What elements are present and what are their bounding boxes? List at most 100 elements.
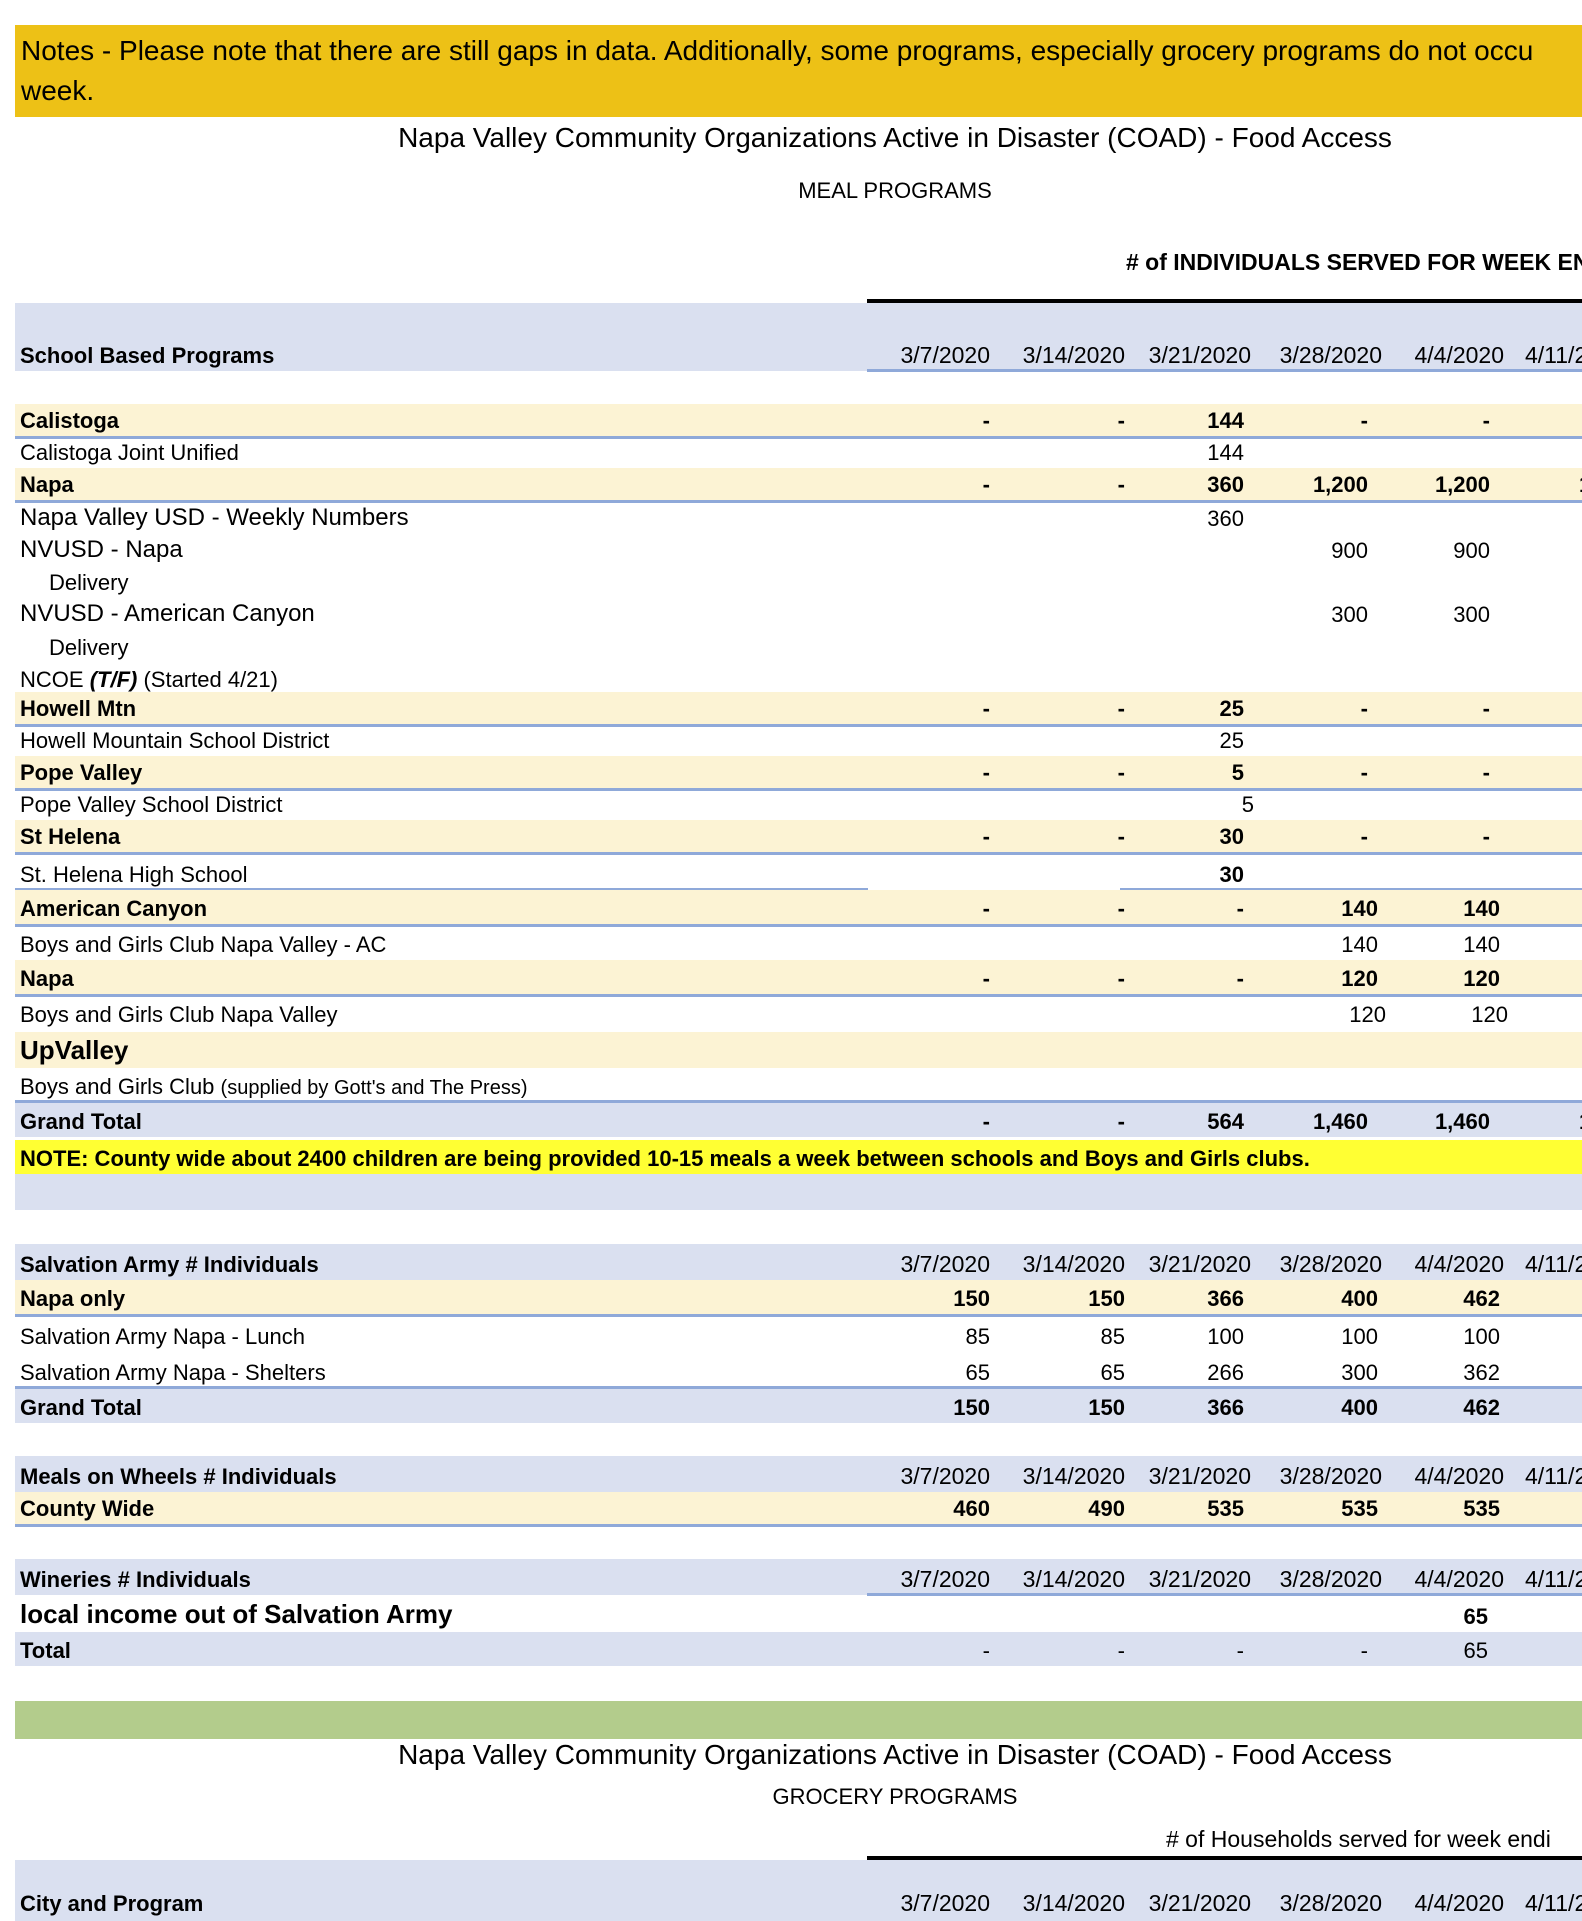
cell: 400 <box>1341 1395 1378 1420</box>
cell: - <box>1360 408 1368 433</box>
table-row: Boys and Girls Club Napa Valley - AC 140… <box>15 926 1582 960</box>
cell: - <box>982 966 990 991</box>
row-label: Napa <box>20 966 74 991</box>
date-col-5: 4/4/2020 <box>1414 1251 1504 1277</box>
row-label: Howell Mountain School District <box>20 728 330 753</box>
table-row: Pope Valley School District 5 <box>15 790 1582 820</box>
cell: 300 <box>1341 1360 1378 1385</box>
spreadsheet-view: Notes - Please note that there are still… <box>0 0 1582 1921</box>
cell: 300 <box>1331 602 1368 627</box>
cell: 25 <box>1219 696 1244 721</box>
served-header: # of INDIVIDUALS SERVED FOR WEEK EN <box>1126 249 1582 275</box>
cell: 65 <box>1100 1360 1125 1385</box>
row-label: Napa only <box>20 1286 126 1311</box>
cell: 462 <box>1463 1395 1500 1420</box>
table-row: NVUSD - American Canyon 300 300 <box>15 598 1582 630</box>
cell: - <box>1117 896 1125 921</box>
row-label: Salvation Army Napa - Lunch <box>20 1324 305 1349</box>
cell: 900 <box>1331 538 1368 563</box>
cell: 65 <box>965 1360 990 1385</box>
section-divider-band <box>15 1701 1582 1739</box>
date-col-2: 3/14/2020 <box>1022 342 1125 368</box>
cell: 25 <box>1219 728 1244 753</box>
date-col-5: 4/4/2020 <box>1414 342 1504 368</box>
cell: 150 <box>953 1395 990 1420</box>
cell: 300 <box>1453 602 1490 627</box>
mow-header-label: Meals on Wheels # Individuals <box>20 1464 337 1489</box>
grocery-title: Napa Valley Community Organizations Acti… <box>398 1739 1392 1770</box>
spacer-band <box>15 1174 1582 1210</box>
row-label: Grand Total <box>20 1109 142 1134</box>
school-header-row: School Based Programs 3/7/2020 3/14/2020… <box>15 303 1582 371</box>
table-row: Boys and Girls Club (supplied by Gott's … <box>15 1068 1582 1102</box>
cell: 144 <box>1207 440 1244 465</box>
row-label: American Canyon <box>20 896 208 921</box>
cell: 362 <box>1463 1360 1500 1385</box>
cell: - <box>1482 696 1490 721</box>
cell: 150 <box>1088 1286 1125 1311</box>
wineries-header-label: Wineries # Individuals <box>20 1567 251 1592</box>
cell: 366 <box>1207 1395 1244 1420</box>
date-col-6: 4/11/2 <box>1525 1251 1582 1277</box>
cell: - <box>982 1638 990 1663</box>
cell: - <box>1117 472 1125 497</box>
note-row: NOTE: County wide about 2400 children ar… <box>15 1140 1582 1174</box>
row-label: Salvation Army Napa - Shelters <box>20 1360 326 1385</box>
grocery-subtitle: GROCERY PROGRAMS <box>772 1784 1018 1809</box>
table-row: Grand Total 150 150 366 400 462 <box>15 1389 1582 1423</box>
table-row: Grand Total - - 564 1,460 1,460 1, <box>15 1103 1582 1137</box>
row-label: Delivery <box>49 635 129 660</box>
table-row: Total - - - - 65 <box>15 1632 1582 1666</box>
row-label-note: (supplied by Gott's and The Press) <box>220 1077 528 1099</box>
date-col-4: 3/28/2020 <box>1279 342 1382 368</box>
date-col-6: 4/11/2 <box>1525 1463 1582 1489</box>
notes-line-1: Notes - Please note that there are still… <box>21 35 1534 66</box>
cell: - <box>982 1109 990 1134</box>
cell: 460 <box>953 1496 990 1521</box>
cell: - <box>1360 1638 1368 1663</box>
cell: - <box>1236 896 1244 921</box>
date-col-4: 3/28/2020 <box>1279 1251 1382 1277</box>
notes-line-2: week. <box>21 75 95 106</box>
cell: 400 <box>1341 1286 1378 1311</box>
cell: 65 <box>1463 1638 1488 1663</box>
cell: 1,200 <box>1434 472 1490 497</box>
table-row: County Wide 460 490 535 535 535 <box>15 1492 1582 1527</box>
cell: - <box>982 408 990 433</box>
row-label: Boys and Girls Club Napa Valley <box>20 1002 338 1027</box>
cell: 120 <box>1341 966 1378 991</box>
table-row: Salvation Army Napa - Lunch 85 85 100 10… <box>15 1318 1582 1352</box>
date-col-1: 3/7/2020 <box>900 1890 990 1916</box>
cell: - <box>1117 1109 1125 1134</box>
cell: 900 <box>1453 538 1490 563</box>
row-label: Total <box>20 1638 71 1663</box>
table-row: Pope Valley - - 5 - - <box>15 756 1582 791</box>
date-col-5: 4/4/2020 <box>1414 1890 1504 1916</box>
cell: 100 <box>1207 1324 1244 1349</box>
grocery-header-label: City and Program <box>20 1891 204 1916</box>
date-col-2: 3/14/2020 <box>1022 1566 1125 1592</box>
table-row: Delivery <box>15 566 1582 598</box>
table-row: NCOE (T/F) (Started 4/21) <box>15 663 1582 695</box>
meal-title: Napa Valley Community Organizations Acti… <box>398 122 1392 153</box>
cell: 1,200 <box>1312 472 1368 497</box>
date-col-6: 4/11/2 <box>1525 1890 1582 1916</box>
table-row: Howell Mtn - - 25 - - <box>15 692 1582 727</box>
salvation-header-row: Salvation Army # Individuals 3/7/2020 3/… <box>15 1244 1582 1280</box>
table-row: American Canyon - - - 140 140 <box>15 890 1582 927</box>
cell: 535 <box>1341 1496 1378 1521</box>
cell: 85 <box>1100 1324 1125 1349</box>
date-col-5: 4/4/2020 <box>1414 1566 1504 1592</box>
cell: - <box>1482 824 1490 849</box>
table-row: Napa - - 360 1,200 1,200 1, <box>15 468 1582 503</box>
grocery-served-header: # of Households served for week endi <box>1166 1826 1551 1852</box>
cell: 30 <box>1219 862 1244 887</box>
cell: 535 <box>1207 1496 1244 1521</box>
school-header-label: School Based Programs <box>20 343 275 368</box>
date-col-4: 3/28/2020 <box>1279 1566 1382 1592</box>
cell: 100 <box>1463 1324 1500 1349</box>
cell: - <box>1482 760 1490 785</box>
cell: 490 <box>1088 1496 1125 1521</box>
table-row: Calistoga Joint Unified 144 <box>15 438 1582 468</box>
cell: - <box>982 472 990 497</box>
